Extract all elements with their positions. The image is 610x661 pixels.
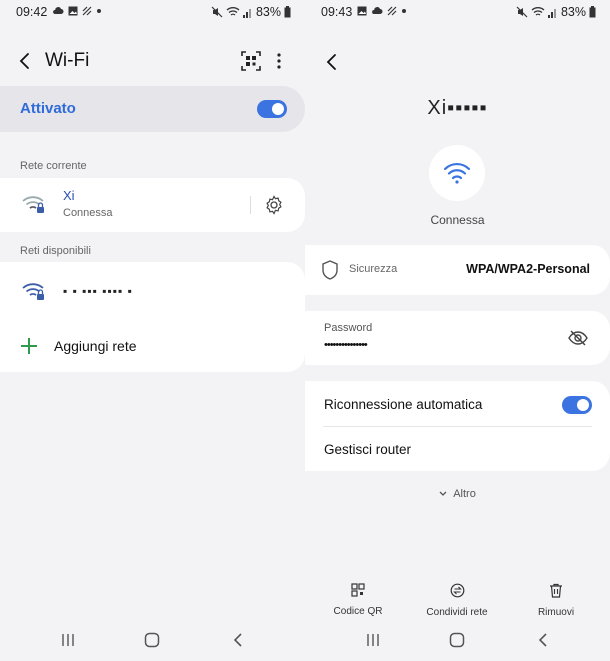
wifi-status-icon — [226, 7, 240, 16]
more-expander[interactable]: Altro — [305, 488, 610, 500]
more-options-icon[interactable] — [270, 50, 288, 72]
password-row: Password ••••••••••••••• — [305, 311, 610, 365]
battery-percent: 83% — [255, 5, 281, 19]
qr-code-button[interactable]: Codice QR — [318, 583, 398, 619]
wifi-icon — [443, 162, 471, 184]
qr-code-label: Codice QR — [333, 606, 383, 617]
current-network-section-label: Rete corrente — [20, 160, 87, 172]
security-row: Sicurezza WPA/WPA2-Personal — [305, 245, 610, 295]
nav-back-icon[interactable] — [232, 632, 244, 648]
security-value: WPA/WPA2-Personal — [466, 262, 590, 276]
back-arrow-icon[interactable] — [14, 49, 36, 73]
cloud-icon — [53, 7, 64, 14]
activated-label: Attivato — [20, 100, 76, 117]
page-title: Wi-Fi — [45, 50, 90, 71]
available-networks-section-label: Reti disponibili — [20, 245, 91, 257]
qr-scan-icon[interactable] — [240, 50, 262, 72]
battery-icon — [589, 6, 596, 18]
mute-icon — [516, 6, 528, 18]
dot-icon — [402, 9, 406, 13]
auto-reconnect-toggle[interactable] — [562, 396, 592, 414]
plus-icon[interactable] — [20, 337, 38, 355]
eye-off-icon[interactable] — [568, 329, 588, 347]
image-icon — [357, 6, 367, 16]
chevron-down-icon — [439, 491, 447, 497]
dot-icon — [97, 9, 101, 13]
current-network-status: Connessa — [63, 207, 113, 219]
wifi-lock-icon — [22, 283, 44, 300]
wifi-toggle[interactable] — [257, 100, 287, 118]
status-time: 09:43 — [321, 5, 353, 19]
signal-icon — [547, 8, 556, 18]
share-network-icon — [450, 583, 464, 598]
no-signal-icon — [82, 6, 92, 16]
recents-icon[interactable] — [365, 633, 381, 647]
remove-network-button[interactable]: Rimuovi — [516, 583, 596, 620]
security-label: Sicurezza — [349, 263, 398, 275]
status-notification-icons — [357, 6, 407, 16]
no-signal-icon — [387, 6, 397, 16]
wifi-master-toggle-row[interactable]: Attivato — [0, 86, 305, 132]
image-icon — [68, 6, 78, 16]
divider — [250, 196, 251, 214]
nav-back-icon[interactable] — [537, 632, 549, 648]
cloud-icon — [372, 7, 383, 14]
action-bar: Codice QR Condividi rete Rimuovi — [305, 583, 610, 619]
current-network-card[interactable]: Xi Connessa — [0, 178, 305, 232]
battery-icon — [284, 6, 291, 18]
header: Wi-Fi — [0, 46, 305, 76]
share-network-button[interactable]: Condividi rete — [417, 583, 497, 620]
password-value: ••••••••••••••• — [324, 339, 368, 351]
mute-icon — [211, 6, 223, 18]
trash-icon — [550, 583, 562, 598]
wifi-signal-badge — [429, 145, 485, 201]
options-card: Riconnessione automatica Gestisci router — [305, 381, 610, 471]
status-system-icons: 83% — [516, 5, 596, 19]
available-network-ssid[interactable]: ▪ ▪ ▪▪▪ ▪▪▪▪ ▪ — [63, 284, 133, 298]
network-detail-screen: 09:43 83% Xi▪▪▪▪▪ Connessa Sicurezza WPA… — [305, 0, 610, 661]
gear-icon[interactable] — [264, 195, 284, 215]
network-ssid-title: Xi▪▪▪▪▪ — [427, 97, 488, 119]
shield-icon — [322, 260, 338, 280]
connection-status: Connessa — [430, 213, 485, 227]
home-icon[interactable] — [449, 632, 465, 648]
home-icon[interactable] — [144, 632, 160, 648]
more-label: Altro — [453, 488, 476, 500]
current-network-ssid: Xi — [63, 188, 75, 203]
status-bar: 09:43 83% — [305, 5, 610, 23]
status-bar: 09:42 83% — [0, 5, 305, 23]
toggle-knob — [272, 103, 284, 115]
status-time: 09:42 — [16, 5, 48, 19]
status-system-icons: 83% — [211, 5, 291, 19]
wifi-lock-icon — [22, 196, 44, 213]
status-notification-icons — [52, 6, 102, 16]
signal-icon — [242, 8, 251, 18]
battery-percent: 83% — [560, 5, 586, 19]
qr-code-icon — [351, 583, 365, 597]
back-arrow-icon[interactable] — [321, 50, 343, 74]
wifi-list-screen: 09:42 83% Wi-Fi Attivato Rete corrente X… — [0, 0, 305, 661]
remove-network-label: Rimuovi — [537, 607, 575, 618]
navigation-bar — [0, 629, 305, 653]
share-network-label: Condividi rete — [426, 607, 488, 618]
wifi-status-icon — [531, 7, 545, 16]
toggle-knob — [577, 399, 589, 411]
available-networks-card: ▪ ▪ ▪▪▪ ▪▪▪▪ ▪ Aggiungi rete — [0, 262, 305, 372]
navigation-bar — [305, 629, 610, 653]
screens-container: 09:42 83% Wi-Fi Attivato Rete corrente X… — [0, 0, 610, 661]
recents-icon[interactable] — [60, 633, 76, 647]
password-label: Password — [324, 322, 373, 334]
manage-router-item[interactable]: Gestisci router — [324, 442, 411, 457]
divider — [323, 426, 592, 427]
auto-reconnect-label[interactable]: Riconnessione automatica — [324, 397, 482, 412]
add-network-button[interactable]: Aggiungi rete — [54, 338, 137, 354]
